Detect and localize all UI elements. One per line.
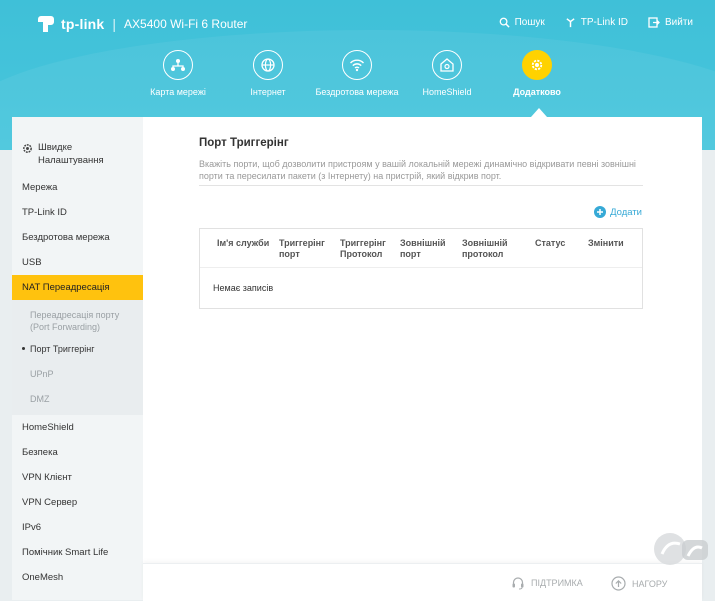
quick-setup-gear-icon bbox=[23, 144, 32, 153]
col-trigger-protocol: Триггерінг Протокол bbox=[340, 238, 386, 259]
table-header: Ім'я служби Триггерінг порт Триггерінг П… bbox=[200, 229, 642, 267]
rules-table: Ім'я служби Триггерінг порт Триггерінг П… bbox=[199, 228, 643, 309]
sidebar-item-wireless[interactable]: Бездротова мережа bbox=[12, 225, 143, 250]
sidebar-item-label: Бездротова мережа bbox=[22, 232, 110, 243]
sidebar-item-ipv6[interactable]: IPv6 bbox=[12, 515, 143, 540]
nav-advanced[interactable]: Додатково bbox=[492, 50, 582, 97]
nav-homeshield[interactable]: HomeShield bbox=[402, 50, 492, 97]
router-model: AX5400 Wi-Fi 6 Router bbox=[124, 17, 248, 31]
search-link[interactable]: Пошук bbox=[499, 17, 545, 28]
sidebar-sub-label: Переадресація порту (Port Forwarding) bbox=[30, 310, 120, 332]
nav-network-map[interactable]: Карта мережі bbox=[133, 50, 223, 97]
sidebar-item-label: IPv6 bbox=[22, 522, 42, 533]
tplink-logo[interactable]: tp-link | AX5400 Wi-Fi 6 Router bbox=[35, 13, 247, 35]
nav-wireless-label: Бездротова мережа bbox=[315, 87, 399, 97]
nav-homeshield-label: HomeShield bbox=[422, 87, 472, 97]
sidebar-item-label: OneMesh bbox=[22, 572, 64, 583]
sidebar-item-label: Безпека bbox=[22, 447, 58, 458]
sidebar-item-smart-life[interactable]: Помічник Smart Life bbox=[12, 540, 143, 565]
col-service-name: Ім'я служби bbox=[217, 238, 270, 248]
col-external-port: Зовнішній порт bbox=[400, 238, 446, 259]
divider bbox=[199, 185, 643, 186]
sidebar-sub-port-triggering[interactable]: Порт Триггерінг bbox=[12, 336, 143, 361]
sidebar-item-label: VPN Сервер bbox=[22, 497, 78, 508]
nav-network-map-label: Карта мережі bbox=[150, 87, 206, 97]
tplink-id-icon bbox=[566, 18, 575, 28]
sidebar-submenu: Переадресація порту (Port Forwarding) По… bbox=[12, 300, 143, 415]
sidebar-sub-label: DMZ bbox=[30, 393, 50, 404]
search-link-label: Пошук bbox=[514, 17, 545, 28]
page-title: Порт Триггерінг bbox=[199, 137, 289, 149]
sidebar-item-label: Швидке Налаштування bbox=[38, 142, 104, 166]
homeshield-icon bbox=[432, 50, 462, 80]
sidebar-item-label: VPN Клієнт bbox=[22, 472, 72, 483]
page-description: Вкажіть порти, щоб дозволити пристроям у… bbox=[199, 159, 636, 181]
sidebar-item-label: NAT Переадресація bbox=[22, 282, 110, 293]
brand-name: tp-link bbox=[61, 16, 105, 32]
table-header-divider bbox=[200, 267, 642, 268]
empty-table-message: Немає записів bbox=[213, 283, 274, 293]
sidebar-item-nat-forwarding[interactable]: NAT Переадресація bbox=[12, 275, 143, 300]
sidebar-sub-upnp[interactable]: UPnP bbox=[12, 361, 143, 386]
sidebar-item-tplink-id[interactable]: TP-Link ID bbox=[12, 200, 143, 225]
support-link[interactable]: ПІДТРИМКА bbox=[511, 576, 583, 590]
sidebar-item-quick-setup[interactable]: Швидке Налаштування bbox=[12, 117, 143, 175]
arrow-up-circle-icon bbox=[611, 576, 626, 591]
sidebar-sub-dmz[interactable]: DMZ bbox=[12, 386, 143, 411]
support-label: ПІДТРИМКА bbox=[531, 578, 583, 588]
back-to-top-label: НАГОРУ bbox=[632, 578, 668, 589]
sidebar-sub-label: Порт Триггерінг bbox=[30, 343, 95, 354]
back-to-top-link[interactable]: НАГОРУ bbox=[611, 576, 667, 591]
sidebar-item-onemesh[interactable]: OneMesh bbox=[12, 565, 143, 590]
sidebar-sub-label: UPnP bbox=[30, 368, 54, 379]
sidebar-item-label: USB bbox=[22, 257, 42, 268]
nav-advanced-label: Додатково bbox=[513, 87, 561, 97]
tplink-id-link-label: TP-Link ID bbox=[580, 17, 628, 28]
col-external-protocol: Зовнішній протокол bbox=[462, 238, 508, 259]
plus-circle-icon bbox=[594, 206, 607, 218]
sidebar-item-label: Мережа bbox=[22, 182, 58, 193]
sidebar-item-label: TP-Link ID bbox=[22, 207, 67, 218]
nav-internet-label: Інтернет bbox=[250, 87, 286, 97]
sidebar-sub-port-forwarding[interactable]: Переадресація порту (Port Forwarding) bbox=[12, 306, 143, 336]
network-map-icon bbox=[163, 50, 193, 80]
nav-internet[interactable]: Інтернет bbox=[223, 50, 313, 97]
tplink-logo-icon bbox=[38, 16, 54, 32]
logout-link-label: Вийти bbox=[664, 17, 693, 28]
sidebar-item-security[interactable]: Безпека bbox=[12, 440, 143, 465]
nav-wireless[interactable]: Бездротова мережа bbox=[312, 50, 402, 97]
site-watermark-logo bbox=[654, 533, 708, 565]
sidebar-item-usb[interactable]: USB bbox=[12, 250, 143, 275]
add-button-label: Додати bbox=[610, 206, 642, 218]
wifi-icon bbox=[342, 50, 372, 80]
logout-icon bbox=[648, 17, 660, 28]
sidebar-item-network[interactable]: Мережа bbox=[12, 175, 143, 200]
col-edit: Змінити bbox=[588, 238, 624, 248]
active-nav-pointer bbox=[531, 108, 547, 117]
gear-icon bbox=[522, 50, 552, 80]
sidebar-item-vpn-server[interactable]: VPN Сервер bbox=[12, 490, 143, 515]
col-status: Статус bbox=[535, 238, 566, 248]
sidebar: Швидке Налаштування Мережа TP-Link ID Бе… bbox=[12, 117, 143, 600]
brand-separator: | bbox=[112, 16, 117, 32]
search-icon bbox=[499, 17, 510, 28]
sidebar-item-label: Помічник Smart Life bbox=[22, 547, 109, 558]
col-trigger-port: Триггерінг порт bbox=[279, 238, 325, 259]
header-links: Пошук TP-Link ID Вийти bbox=[499, 17, 693, 28]
sidebar-item-label: HomeShield bbox=[22, 422, 74, 433]
main-nav: Карта мережі Інтернет Бездротова мережа bbox=[140, 50, 580, 120]
tplink-id-link[interactable]: TP-Link ID bbox=[565, 17, 628, 28]
sidebar-item-vpn-client[interactable]: VPN Клієнт bbox=[12, 465, 143, 490]
headset-icon bbox=[512, 577, 524, 590]
sidebar-item-homeshield[interactable]: HomeShield bbox=[12, 415, 143, 440]
logout-link[interactable]: Вийти bbox=[648, 17, 693, 28]
globe-icon bbox=[253, 50, 283, 80]
add-button[interactable]: Додати bbox=[594, 206, 642, 218]
